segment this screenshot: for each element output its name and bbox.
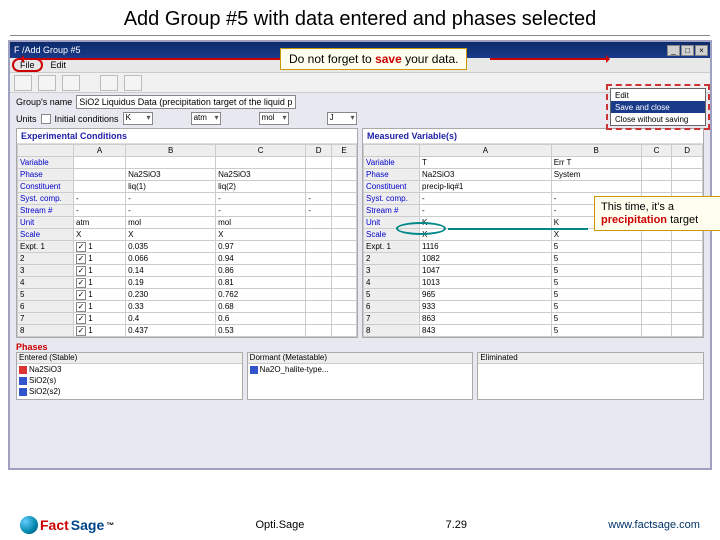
right-pane-title: Measured Variable(s) bbox=[363, 129, 703, 144]
group-name-input[interactable] bbox=[76, 95, 296, 109]
menu-edit[interactable]: Edit bbox=[51, 60, 67, 70]
units-label: Units bbox=[16, 114, 37, 124]
toolbar-btn-4[interactable] bbox=[100, 75, 118, 91]
footer-product: Opti.Sage bbox=[255, 519, 304, 531]
unit-temp-select[interactable]: K bbox=[123, 112, 153, 125]
left-pane-title: Experimental Conditions bbox=[17, 129, 357, 144]
arrow-save-left bbox=[22, 58, 280, 60]
phase-column[interactable]: Dormant (Metastable)Na2O_halite-type... bbox=[247, 352, 474, 400]
precipitation-highlight-oval bbox=[396, 222, 446, 235]
unit-energy-select[interactable]: J bbox=[327, 112, 357, 125]
right-grid[interactable]: ABCDVariableTErr TPhaseNa2SiO3SystemCons… bbox=[363, 144, 703, 337]
globe-icon bbox=[20, 516, 38, 534]
precipitation-arrow bbox=[448, 228, 588, 230]
maximize-button[interactable]: □ bbox=[681, 45, 694, 56]
experimental-conditions-pane: Experimental Conditions ABCDEVariablePha… bbox=[16, 128, 358, 338]
footer: FactSage™ Opti.Sage 7.29 www.factsage.co… bbox=[0, 516, 720, 534]
callout-save: Do not forget to save your data. bbox=[280, 48, 467, 70]
group-name-label: Group's name bbox=[16, 97, 72, 107]
left-grid[interactable]: ABCDEVariablePhaseNa2SiO3Na2SiO3Constitu… bbox=[17, 144, 357, 337]
phase-column[interactable]: Entered (Stable)Na2SiO3SiO2(s)SiO2(s2) bbox=[16, 352, 243, 400]
toolbar-btn-3[interactable] bbox=[62, 75, 80, 91]
app-window: F /Add Group #5 _ □ × File Edit Group's … bbox=[8, 40, 712, 470]
unit-press-select[interactable]: atm bbox=[191, 112, 221, 125]
factsage-logo: FactSage™ bbox=[20, 516, 114, 534]
callout-precipitation: This time, it's a precipitation target bbox=[594, 196, 720, 231]
dropdown-item-1[interactable]: Save and close bbox=[611, 101, 705, 113]
file-dropdown-menu: EditSave and closeClose without saving bbox=[610, 88, 706, 126]
divider bbox=[10, 35, 710, 36]
footer-page: 7.29 bbox=[446, 519, 467, 531]
toolbar-btn-2[interactable] bbox=[38, 75, 56, 91]
initial-conditions-checkbox[interactable] bbox=[41, 114, 51, 124]
dropdown-item-0[interactable]: Edit bbox=[611, 89, 705, 101]
slide-title: Add Group #5 with data entered and phase… bbox=[0, 0, 720, 35]
phases-title: Phases bbox=[16, 342, 704, 352]
minimize-button[interactable]: _ bbox=[667, 45, 680, 56]
toolbar-btn-5[interactable] bbox=[124, 75, 142, 91]
toolbar bbox=[10, 73, 710, 93]
close-button[interactable]: × bbox=[695, 45, 708, 56]
footer-url: www.factsage.com bbox=[608, 519, 700, 531]
phase-column[interactable]: Eliminated bbox=[477, 352, 704, 400]
arrow-save-right bbox=[490, 58, 608, 60]
dropdown-item-2[interactable]: Close without saving bbox=[611, 113, 705, 125]
initial-conditions-label: Initial conditions bbox=[55, 114, 119, 124]
toolbar-btn-1[interactable] bbox=[14, 75, 32, 91]
unit-amount-select[interactable]: mol bbox=[259, 112, 289, 125]
